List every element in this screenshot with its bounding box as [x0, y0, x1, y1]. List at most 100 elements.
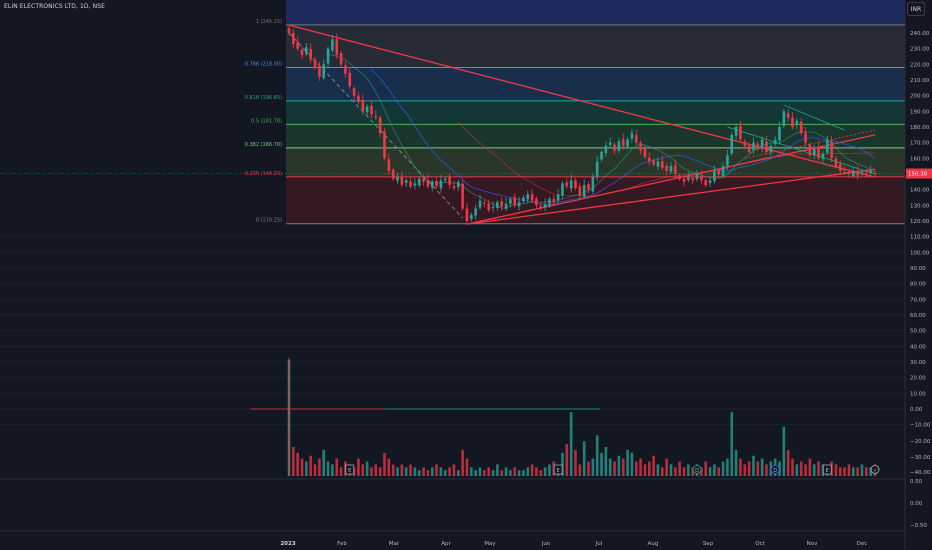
- candle-body: [530, 194, 534, 201]
- candle-body: [565, 182, 569, 187]
- volume-bar: [661, 467, 664, 476]
- candle-body: [730, 134, 734, 154]
- candle-body: [808, 144, 812, 156]
- candle-body: [669, 166, 673, 172]
- volume-bar: [300, 458, 304, 476]
- event-marker-label: D: [773, 468, 777, 474]
- volume-bar: [617, 455, 621, 476]
- fib-band: [286, 176, 905, 224]
- candle-body: [426, 179, 430, 187]
- price-tick-label: 20.00: [910, 376, 926, 382]
- volume-bar: [574, 449, 577, 476]
- candle-body: [339, 53, 343, 65]
- chart-canvas[interactable]: 1 (245.15) 0.786 (218.00) 0.618 (196.65) 0.…: [0, 0, 932, 550]
- volume-bar: [535, 467, 538, 476]
- volume-bar: [539, 470, 543, 476]
- time-tick-label: Sep: [703, 541, 714, 547]
- volume-bar: [765, 464, 768, 476]
- volume-bar: [509, 470, 512, 476]
- candle-body: [574, 180, 577, 189]
- candle-body: [404, 180, 408, 184]
- candle-body: [838, 164, 842, 171]
- event-marker[interactable]: D: [770, 465, 780, 475]
- candle-body: [413, 183, 417, 186]
- volume-bar: [526, 467, 530, 476]
- time-tick-label: Nov: [807, 541, 818, 547]
- volume-bar: [721, 461, 725, 476]
- fib-level-label: 0.786 (218.00): [245, 61, 282, 67]
- candle-body: [773, 139, 777, 144]
- candle-body: [747, 145, 751, 153]
- fib-level-label: 1 (245.15): [256, 19, 282, 25]
- volume-bar: [865, 467, 868, 476]
- candle-body: [548, 199, 551, 206]
- volume-bar: [522, 470, 525, 476]
- candle-body: [873, 172, 877, 174]
- candle-body: [443, 178, 447, 181]
- volume-bar: [569, 412, 573, 476]
- volume-bar: [400, 464, 404, 476]
- candle-body: [552, 199, 556, 203]
- candle-body: [582, 184, 586, 197]
- volume-bar: [717, 467, 721, 476]
- candle-body: [543, 203, 547, 208]
- candle-body: [452, 185, 456, 189]
- candle-body: [743, 141, 747, 146]
- fibonacci-retracement[interactable]: 1 (245.15) 0.786 (218.00) 0.618 (196.65) 0.…: [245, 0, 905, 225]
- candle-body: [695, 174, 699, 180]
- fib-level-label: 0.5 (181.70): [251, 118, 282, 124]
- event-marker-label: D: [695, 468, 699, 474]
- volume-bar: [578, 464, 582, 476]
- time-tick-label: Jun: [541, 541, 551, 547]
- candle-body: [608, 142, 612, 145]
- symbol-title[interactable]: ELIN ELECTRONICS LTD, 1D, NSE: [4, 3, 105, 10]
- candle-body: [348, 72, 352, 87]
- volume-bar: [856, 467, 859, 476]
- candle-body: [331, 39, 334, 51]
- volume-bar: [409, 464, 412, 476]
- candle-body: [621, 139, 625, 146]
- event-marker[interactable]: E: [822, 464, 832, 475]
- osc-tick-label: −40.00: [910, 470, 931, 476]
- volume-bar: [851, 467, 855, 476]
- volume-bar: [339, 467, 343, 476]
- volume-bar: [674, 467, 677, 476]
- currency-button[interactable]: INR: [907, 2, 925, 16]
- volume-bar: [309, 455, 313, 476]
- volume-bar: [643, 464, 647, 476]
- volume-bar: [647, 461, 651, 476]
- volume-bar: [587, 461, 590, 476]
- volume-bar: [504, 467, 508, 476]
- event-marker-label: E: [348, 468, 351, 474]
- volume-bar: [613, 461, 616, 476]
- price-tick-label: 40.00: [910, 344, 926, 350]
- candle-body: [509, 199, 512, 204]
- event-marker[interactable]: D: [692, 465, 702, 475]
- candle-body: [804, 132, 807, 143]
- event-marker[interactable]: E: [553, 464, 563, 475]
- candle-body: [361, 100, 365, 112]
- candle-body: [409, 181, 412, 187]
- candle-body: [439, 180, 443, 189]
- price-tick-label: 90.00: [910, 266, 926, 272]
- event-marker[interactable]: E: [345, 464, 355, 475]
- price-tick-label: 200.00: [910, 94, 930, 100]
- volume-bar: [530, 464, 534, 476]
- volume-bar: [582, 441, 586, 476]
- volume-bar: [639, 458, 642, 476]
- candle-body: [726, 155, 729, 167]
- candle-body: [561, 183, 564, 196]
- volume-bar: [387, 458, 391, 476]
- fib-band: [286, 0, 905, 25]
- volume-bar: [430, 467, 434, 476]
- volume-bar: [834, 464, 838, 476]
- candle-body: [513, 197, 517, 206]
- candle-body: [357, 95, 360, 102]
- volume-bar: [417, 470, 421, 476]
- volume-bar: [396, 467, 399, 476]
- volume-bar: [847, 464, 851, 476]
- volume-bar: [296, 452, 299, 476]
- candle-body: [791, 117, 794, 127]
- candle-body: [396, 177, 399, 181]
- volume-bar: [292, 447, 295, 476]
